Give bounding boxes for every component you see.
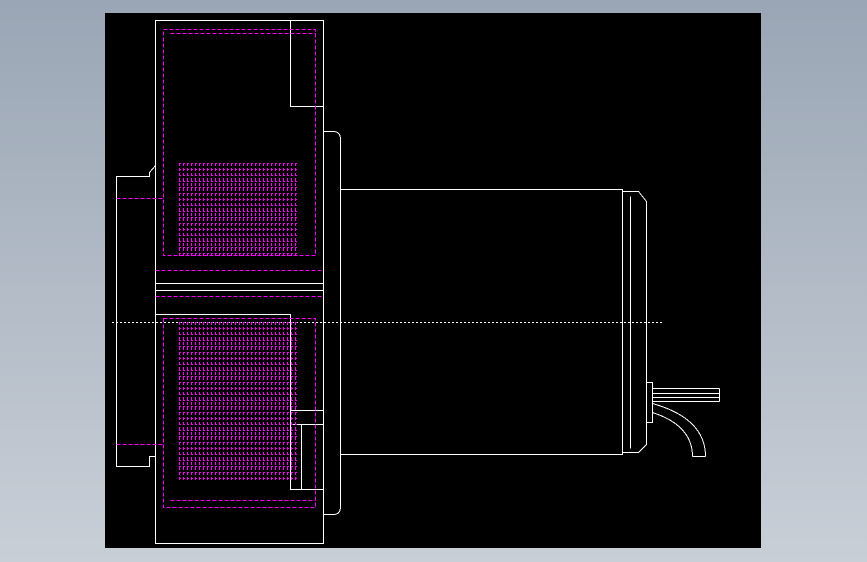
motor-side-view-drawing — [112, 20, 720, 544]
top-notch-outline — [290, 20, 324, 107]
end-cap-outline — [622, 191, 647, 453]
cad-viewport[interactable] — [0, 0, 867, 562]
hidden-lines — [116, 29, 324, 508]
left-boss-outline — [116, 165, 156, 467]
visible-outline-lines — [112, 20, 720, 544]
stator-winding-upper — [179, 163, 298, 258]
hidden-outline-upper — [163, 29, 316, 256]
stator-winding-lower — [179, 322, 298, 482]
bent-cable-outer — [652, 403, 706, 457]
cable-gland-outline — [646, 382, 653, 423]
drawing-sheet[interactable] — [105, 13, 761, 548]
housing-outline — [155, 20, 324, 544]
